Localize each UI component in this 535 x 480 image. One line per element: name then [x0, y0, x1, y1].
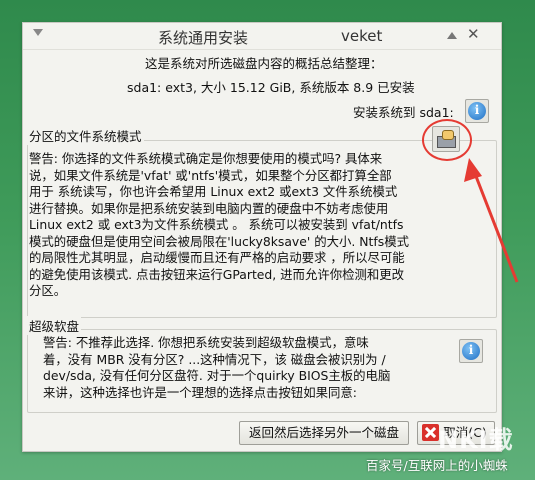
arrow-head: [464, 158, 482, 182]
annotation-arrow: [464, 158, 519, 283]
arrow-shaft: [470, 165, 519, 283]
watermark-credit: 百家号/互联网上的小蜘蛛: [366, 458, 508, 473]
watermark-logo: NKI载: [438, 426, 514, 454]
